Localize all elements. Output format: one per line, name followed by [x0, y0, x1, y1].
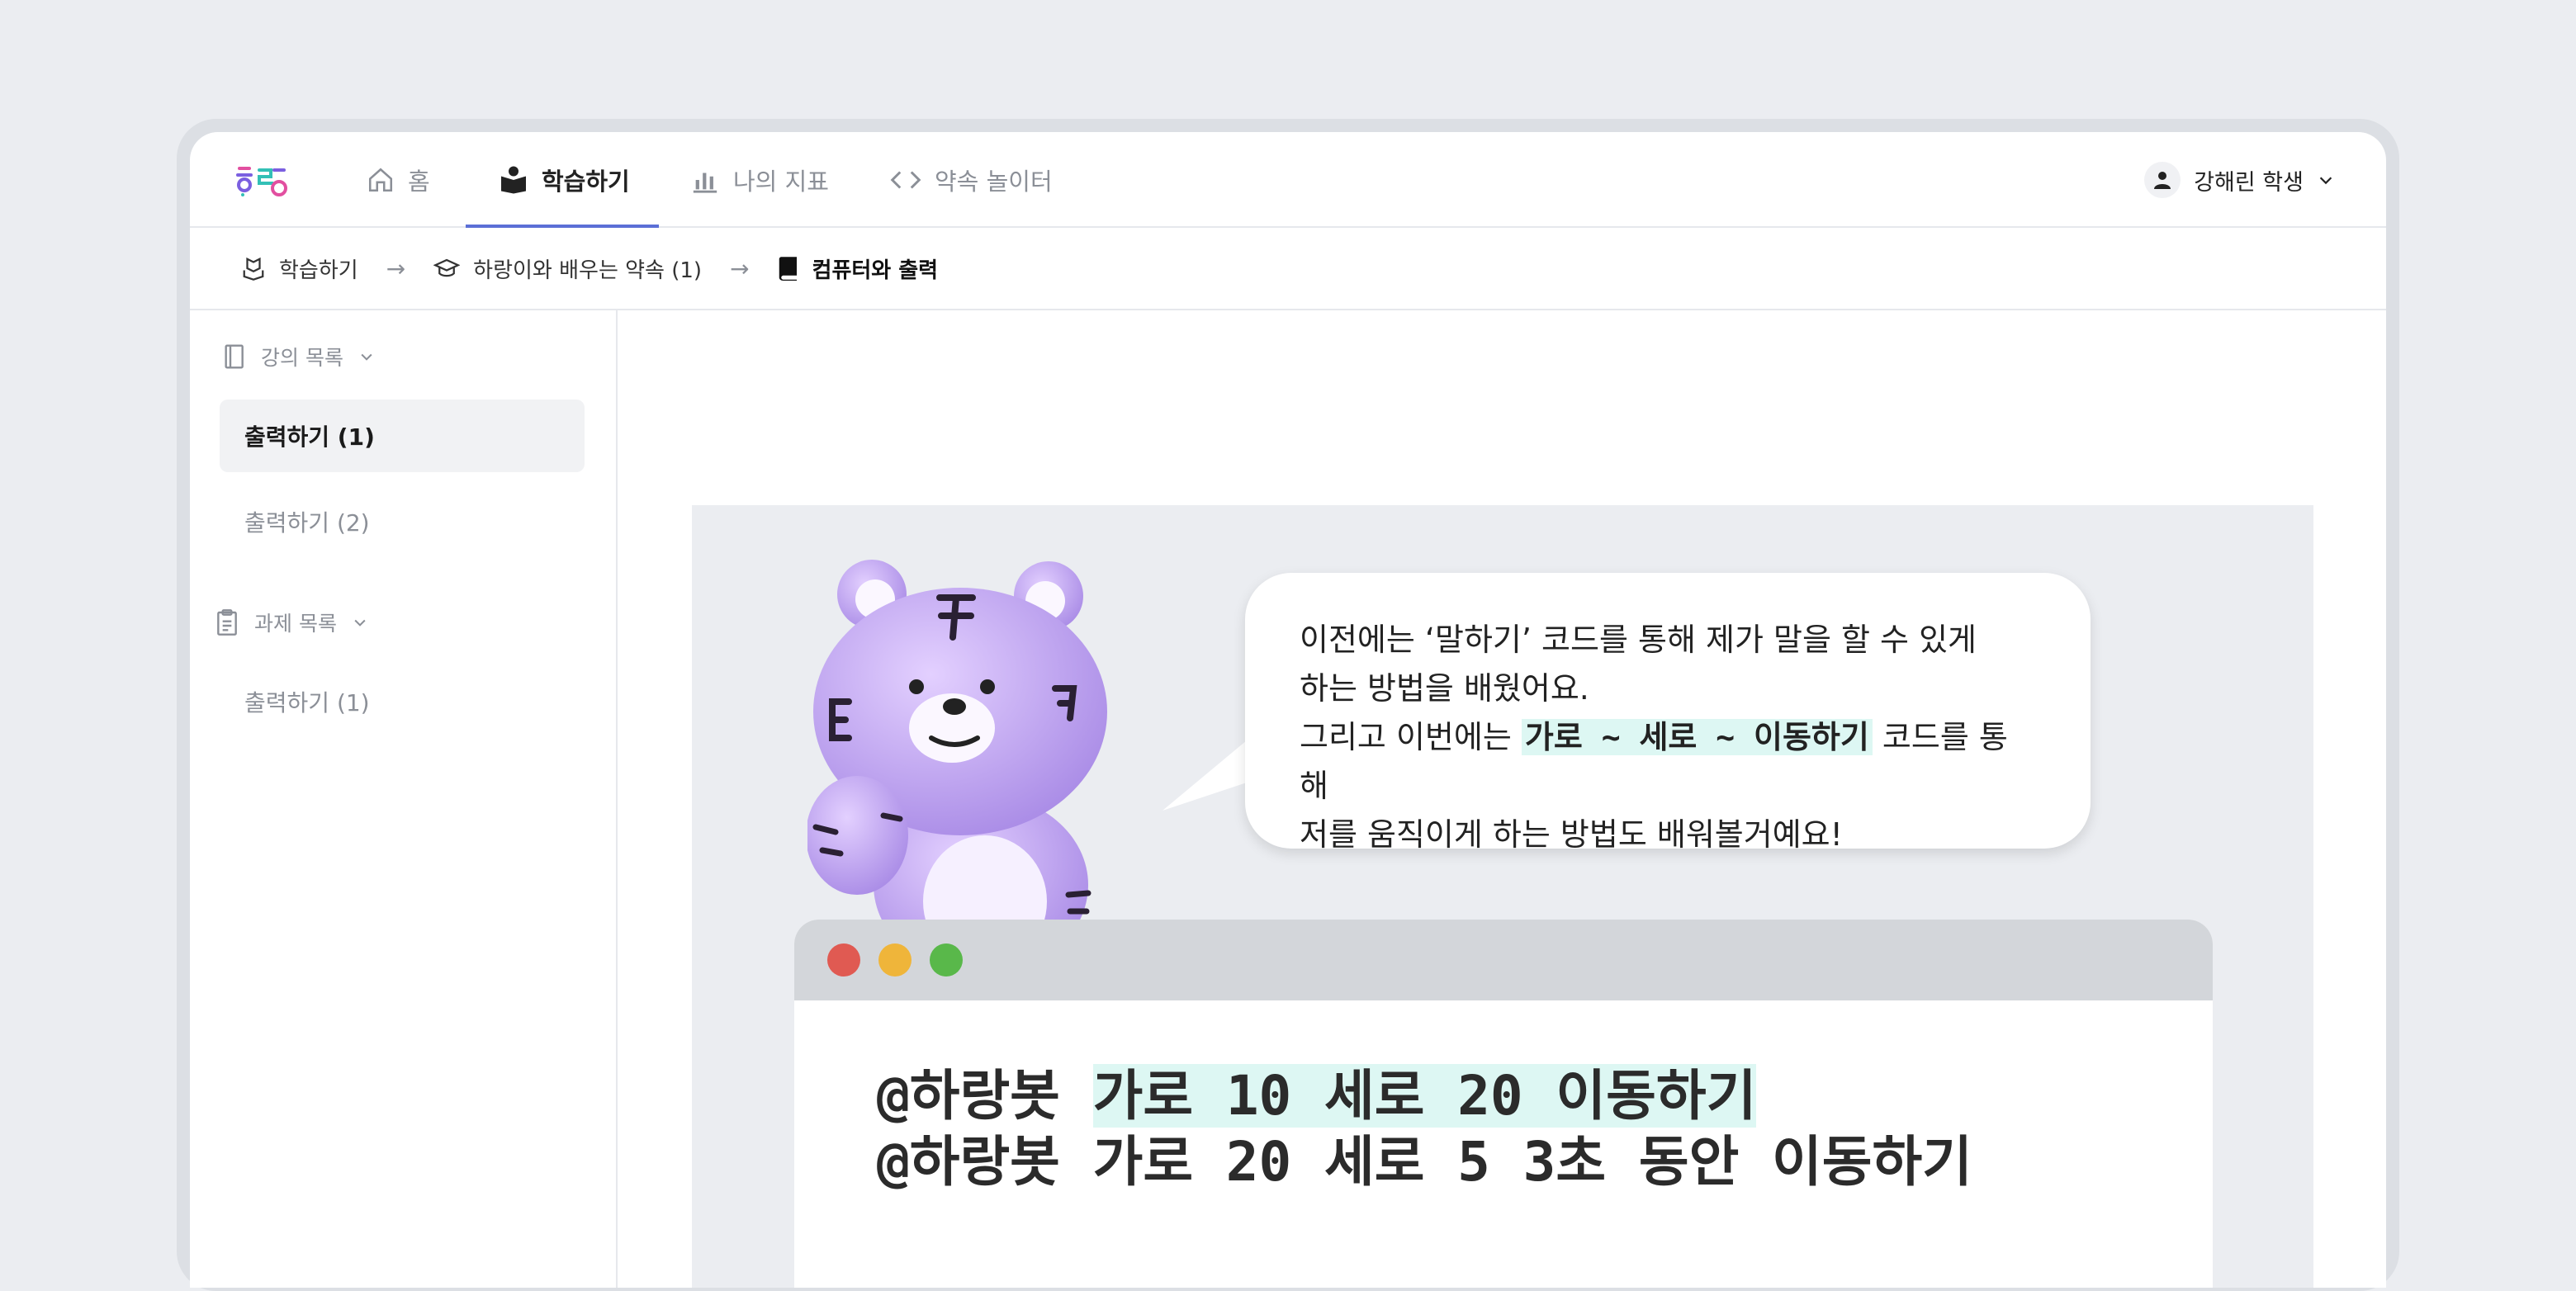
nav-my-metrics[interactable]: 나의 지표 [690, 132, 829, 228]
nav-my-metrics-label: 나의 지표 [733, 168, 829, 196]
arrow-right-icon: → [730, 254, 750, 282]
inline-code: 가로 ~ 세로 ~ 이동하기 [1521, 719, 1873, 755]
notebook-icon [225, 344, 244, 369]
sidebar: 강의 목록 출력하기 (1) 출력하기 (2) 과제 목록 출력하기 (1) [190, 310, 618, 1288]
breadcrumb-learn-label: 학습하기 [279, 258, 358, 283]
lesson-slide: 이전에는 ‘말하기’ 코드를 통해 제가 말을 할 수 있게 하는 방법을 배웠… [692, 505, 2313, 1288]
speech-bubble: 이전에는 ‘말하기’ 코드를 통해 제가 말을 할 수 있게 하는 방법을 배웠… [1245, 573, 2091, 853]
chevron-down-icon [361, 353, 372, 361]
code-line-2: @하랑봇 가로 20 세로 5 3초 동안 이동하기 [877, 1130, 1972, 1194]
clipboard-icon [217, 609, 237, 636]
nav-learn[interactable]: 학습하기 [499, 132, 630, 228]
breadcrumb: 학습하기 → 하랑이와 배우는 약속 (1) → 컴퓨터와 출력 [190, 228, 2386, 310]
task-item[interactable]: 출력하기 (1) [220, 665, 585, 738]
lecture-item[interactable]: 출력하기 (1) [220, 400, 585, 472]
lectures-title: 강의 목록 [261, 346, 343, 370]
code-window: @하랑봇 가로 10 세로 20 이동하기 @하랑봇 가로 20 세로 5 3초 … [794, 920, 2213, 1288]
chevron-down-icon [2319, 177, 2332, 185]
graduation-cap-icon [433, 258, 461, 277]
bar-chart-icon [693, 173, 717, 193]
lecture-item-label: 출력하기 (2) [244, 509, 370, 537]
bubble-line-3: 그리고 이번에는 가로 ~ 세로 ~ 이동하기 코드를 통해 [1300, 713, 2036, 811]
task-item-label: 출력하기 (1) [244, 689, 370, 716]
tasks-title: 과제 목록 [254, 612, 337, 636]
nav-playground[interactable]: 약속 놀이터 [890, 132, 1053, 228]
tasks-section-toggle[interactable]: 과제 목록 [215, 608, 368, 637]
app-screen: 홈 학습하기 나의 지표 약속 놀이터 강해린 학생 학습하기 → 하랑이와 배… [190, 132, 2386, 1288]
nav-home[interactable]: 홈 [367, 132, 430, 228]
arrow-right-icon: → [386, 254, 406, 282]
bubble-line-3-start: 그리고 이번에는 [1300, 719, 1522, 755]
breadcrumb-course[interactable]: 하랑이와 배우는 약속 (1) [433, 253, 702, 284]
user-menu[interactable]: 강해린 학생 [2144, 132, 2335, 228]
window-title-bar [794, 920, 2213, 1000]
lecture-item-label: 출력하기 (1) [244, 423, 375, 451]
nav-learn-label: 학습하기 [542, 168, 630, 196]
breadcrumb-current-label: 컴퓨터와 출력 [812, 258, 939, 283]
maximize-dot [930, 943, 963, 977]
user-name: 강해린 학생 [2194, 169, 2304, 196]
breadcrumb-current: 컴퓨터와 출력 [778, 253, 939, 284]
lectures-section-toggle[interactable]: 강의 목록 [221, 342, 375, 371]
nav-playground-label: 약속 놀이터 [935, 168, 1053, 196]
main-content: 이전에는 ‘말하기’ 코드를 통해 제가 말을 할 수 있게 하는 방법을 배웠… [619, 310, 2386, 1288]
book-icon [779, 257, 797, 281]
book-hand-icon [243, 257, 264, 281]
home-icon [368, 168, 393, 192]
lecture-item[interactable]: 출력하기 (2) [220, 485, 585, 558]
top-navigation: 홈 학습하기 나의 지표 약속 놀이터 강해린 학생 [190, 132, 2386, 228]
nav-home-label: 홈 [408, 168, 430, 196]
bubble-line-2: 하는 방법을 배웠어요. [1300, 670, 1589, 707]
close-dot [827, 943, 860, 977]
code-line-1-highlight: 가로 10 세로 20 이동하기 [1092, 1064, 1757, 1128]
chevron-down-icon [354, 619, 366, 627]
bubble-line-4: 저를 움직이게 하는 방법도 배워볼거예요! [1300, 816, 1843, 853]
avatar [2144, 162, 2181, 198]
user-icon [2154, 172, 2171, 189]
breadcrumb-course-label: 하랑이와 배우는 약속 (1) [473, 258, 703, 283]
bubble-line-1: 이전에는 ‘말하기’ 코드를 통해 제가 말을 할 수 있게 [1300, 622, 1977, 658]
code-line-1: @하랑봇 가로 10 세로 20 이동하기 [877, 1063, 2213, 1129]
code-line-1-prefix: @하랑봇 [877, 1064, 1093, 1128]
code-block: @하랑봇 가로 10 세로 20 이동하기 @하랑봇 가로 20 세로 5 3초 … [794, 1000, 2213, 1195]
code-icon [890, 171, 921, 189]
minimize-dot [878, 943, 912, 977]
tiger-mascot [807, 560, 1107, 934]
breadcrumb-learn[interactable]: 학습하기 [241, 253, 358, 284]
harang-logo[interactable] [234, 162, 289, 200]
book-reader-icon [501, 166, 526, 194]
